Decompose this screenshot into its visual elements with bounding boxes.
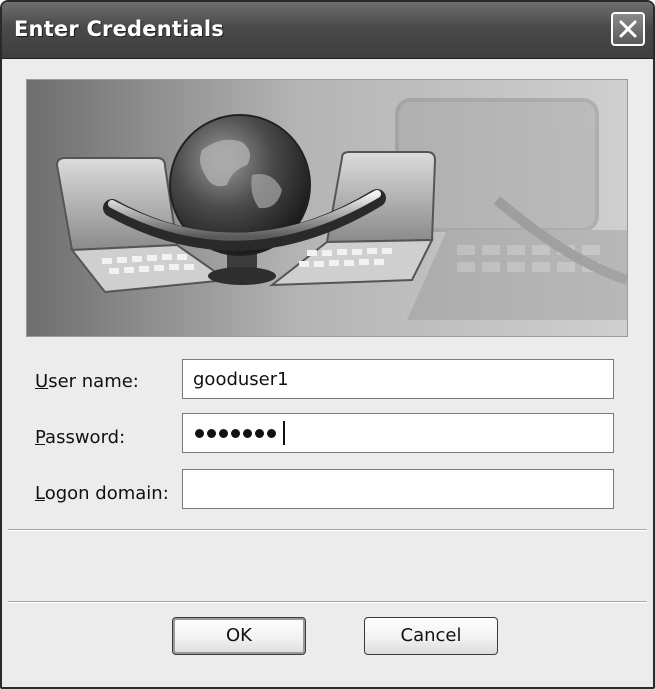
password-mask-dot <box>207 428 216 438</box>
close-button[interactable] <box>611 12 645 46</box>
username-label: User name: <box>35 371 139 392</box>
close-icon <box>619 20 637 38</box>
text-caret <box>283 421 285 445</box>
credentials-dialog: Enter Credentials User name: gooduser1 P… <box>0 0 655 689</box>
separator <box>8 601 647 603</box>
title-bar[interactable]: Enter Credentials <box>2 2 653 59</box>
password-mask-dot <box>219 428 228 438</box>
network-banner-image <box>26 79 628 337</box>
password-mask-dot <box>231 428 240 438</box>
password-mask-dot <box>255 428 264 438</box>
dialog-body: User name: Password: Logon domain: OK Ca… <box>8 59 647 681</box>
separator <box>8 529 647 531</box>
password-mask-dot <box>243 428 252 438</box>
logon-domain-field[interactable] <box>182 469 614 509</box>
logon-domain-label: Logon domain: <box>35 483 169 504</box>
password-label: Password: <box>35 427 126 448</box>
password-mask <box>195 421 285 445</box>
ok-button[interactable]: OK <box>172 617 306 655</box>
password-mask-dot <box>195 428 204 438</box>
password-field[interactable] <box>182 413 614 453</box>
cancel-button[interactable]: Cancel <box>364 617 498 655</box>
dialog-title: Enter Credentials <box>14 17 224 41</box>
username-field[interactable] <box>182 359 614 399</box>
password-mask-dot <box>267 428 276 438</box>
